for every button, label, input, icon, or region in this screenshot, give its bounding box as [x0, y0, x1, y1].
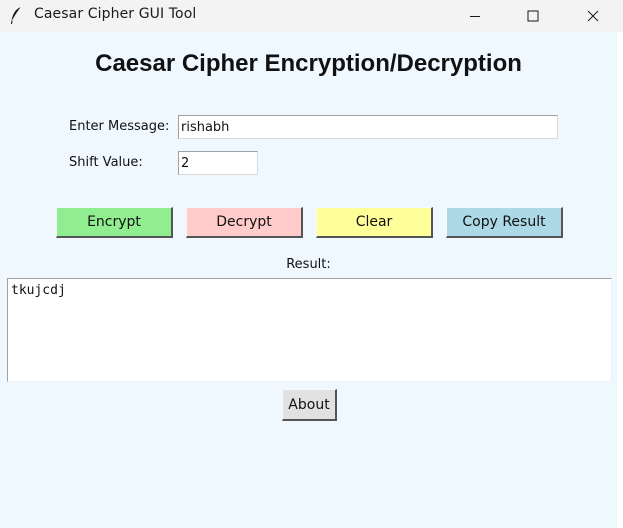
message-input[interactable]	[178, 115, 558, 139]
title-bar[interactable]: Caesar Cipher GUI Tool	[0, 0, 623, 32]
about-button[interactable]: About	[282, 389, 337, 421]
page-title: Caesar Cipher Encryption/Decryption	[95, 50, 522, 77]
maximize-icon	[527, 10, 539, 22]
window-title: Caesar Cipher GUI Tool	[34, 6, 197, 22]
maximize-button[interactable]	[504, 0, 562, 32]
decrypt-button[interactable]: Decrypt	[186, 207, 303, 238]
close-button[interactable]	[562, 0, 623, 32]
encrypt-button[interactable]: Encrypt	[56, 207, 173, 238]
minimize-icon	[470, 16, 480, 17]
close-icon	[587, 10, 598, 22]
shift-input[interactable]	[178, 151, 258, 175]
result-textarea[interactable]: tkujcdj	[7, 278, 612, 382]
app-window: Caesar Cipher GUI Tool Caesar Cipher Enc…	[0, 0, 623, 528]
window-edge	[617, 32, 623, 528]
minimize-button[interactable]	[446, 0, 504, 32]
message-label: Enter Message:	[69, 119, 170, 134]
copy-result-button[interactable]: Copy Result	[446, 207, 563, 238]
clear-button[interactable]: Clear	[316, 207, 433, 238]
feather-icon	[11, 6, 22, 24]
shift-label: Shift Value:	[69, 155, 143, 170]
result-label: Result:	[286, 257, 331, 272]
